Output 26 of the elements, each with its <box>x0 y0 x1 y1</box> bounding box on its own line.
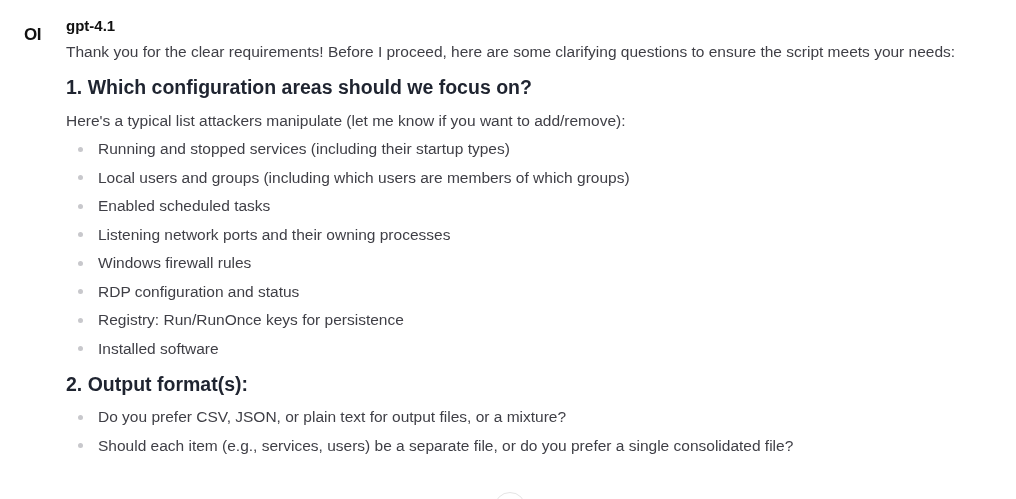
bullet-icon <box>78 317 83 323</box>
bullet-icon <box>78 260 83 266</box>
message-paragraph: Thank you for the clear requirements! Before I proceed, here are some clarifying questions to ensure the script meets your needs: <box>66 42 957 62</box>
bullet-icon <box>78 175 83 181</box>
list-item: Listening network ports and their owning processes <box>98 225 451 244</box>
model-name: gpt-4.1 <box>66 16 116 36</box>
section-heading: 1. Which configuration areas should we focus on? <box>66 75 533 100</box>
list-item: Installed software <box>98 339 219 358</box>
list-item: Running and stopped services (including their startup types) <box>98 140 510 159</box>
bullet-icon <box>78 414 83 420</box>
list-item: Do you prefer CSV, JSON, or plain text for output files, or a mixture? <box>98 408 567 427</box>
message-paragraph: Here's a typical list attackers manipulate (let me know if you want to add/remove): <box>66 111 627 131</box>
bullet-icon <box>78 232 83 238</box>
list-item: Enabled scheduled tasks <box>98 197 271 216</box>
list-item: Registry: Run/RunOnce keys for persistence <box>98 311 404 330</box>
bullet-icon <box>78 146 83 152</box>
list-item: Should each item (e.g., services, users) be a separate file, or do you prefer a single consolidated file? <box>98 436 794 455</box>
section-heading: 2. Output format(s): <box>66 372 249 397</box>
bullet-icon <box>78 443 83 449</box>
bullet-icon <box>78 346 83 352</box>
list-item: Windows firewall rules <box>98 254 252 273</box>
list-item: Local users and groups (including which users are members of which groups) <box>98 168 630 187</box>
list-item: RDP configuration and status <box>98 282 300 301</box>
model-logo: OI <box>24 25 42 45</box>
bullet-icon <box>78 203 83 209</box>
bullet-icon <box>78 289 83 295</box>
